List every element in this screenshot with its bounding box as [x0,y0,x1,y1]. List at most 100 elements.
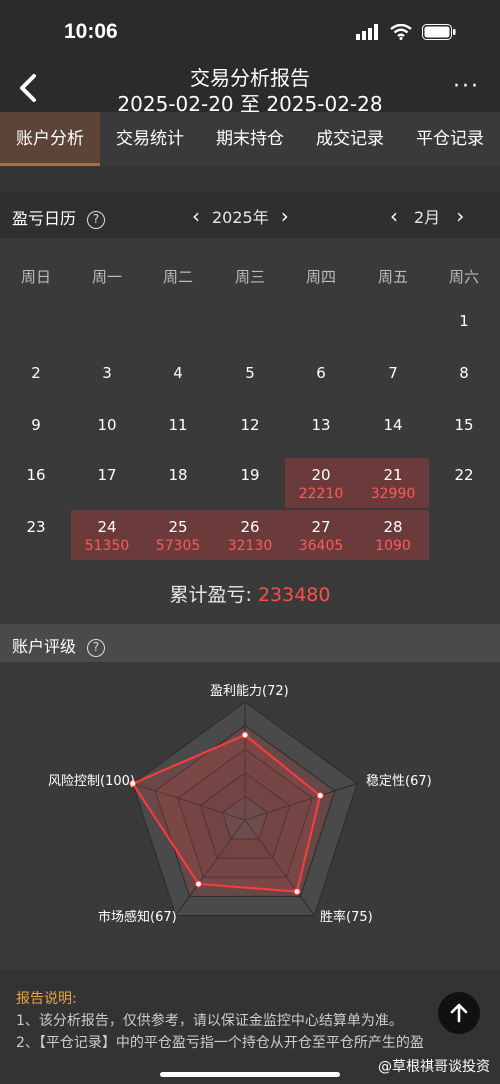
day-number: 8 [459,364,469,382]
day-number: 4 [173,364,183,382]
day-number: 24 [97,518,117,536]
tab-trade-stats[interactable]: 交易统计 [100,112,200,166]
calendar-day[interactable]: 15 [428,408,500,458]
year-next-icon[interactable]: › [281,204,289,228]
calendar-day[interactable]: 5 [214,356,286,406]
calendar-day[interactable]: 21 32990 [357,458,429,508]
calendar-day[interactable]: 23 [0,510,72,560]
day-number: 13 [311,416,331,434]
day-number: 2 [31,364,41,382]
rating-help-icon[interactable]: ? [87,638,106,657]
day-number: 21 [383,466,403,484]
weekday-label: 周四 [305,268,336,286]
notes-title: 报告说明: [16,991,77,1007]
radar-svg [129,701,358,916]
radar-chart: 盈利能力(72) 稳定性(67) 胜率(75) 市场感知(67) 风险控制(100) [0,662,500,968]
calendar-title: 盈亏日历 [12,209,77,228]
day-number: 5 [245,364,255,382]
tab-bar: 账户分析 交易统计 期末持仓 成交记录 平仓记录 [0,112,500,166]
day-number: 28 [383,518,403,536]
calendar-day[interactable]: 11 [142,408,214,458]
calendar-day[interactable]: 14 [357,408,429,458]
day-pl-value: 1090 [375,538,411,554]
calendar-day[interactable]: 1 [428,304,500,354]
rating-header: 账户评级 ? [0,624,500,662]
section-divider [0,166,500,192]
help-icon[interactable]: ? [87,210,106,229]
arrow-up-icon [450,1003,468,1023]
rating-title: 账户评级 [12,637,77,656]
tab-close-records[interactable]: 平仓记录 [400,112,500,166]
year-prev-icon[interactable]: ‹ [192,204,200,228]
day-number: 12 [240,416,260,434]
calendar-title-group: 盈亏日历 ? [12,205,106,229]
calendar-day[interactable]: 22 [428,458,500,508]
calendar-day[interactable]: 12 [214,408,286,458]
day-pl-value: 32130 [227,538,273,554]
tab-trade-records[interactable]: 成交记录 [300,112,400,166]
day-number: 6 [316,364,326,382]
calendar-day[interactable]: 18 [142,458,214,508]
radar-axis-label: 市场感知(67) [98,910,177,925]
tab-account-analysis[interactable]: 账户分析 [0,112,100,166]
pl-calendar: 周日 周一 周二 周三 周四 周五 周六 1 2 3 4 5 6 7 8 9 10 11 12 13 14 15 16 17 1… [0,238,500,570]
day-number: 16 [26,466,46,484]
scroll-top-button[interactable] [438,992,480,1034]
day-number: 27 [311,518,331,536]
day-number: 23 [26,518,46,536]
calendar-day[interactable]: 10 [71,408,143,458]
calendar-day[interactable]: 20 22210 [285,458,357,508]
day-pl-value: 51350 [84,538,130,554]
radar-point [195,880,203,888]
calendar-day[interactable]: 7 [357,356,429,406]
day-number: 1 [459,312,469,330]
page-title: 交易分析报告 [190,66,310,90]
radar-point [293,888,301,896]
battery-icon [422,24,456,40]
month-next-icon[interactable]: › [456,204,464,228]
calendar-day[interactable]: 8 [428,356,500,406]
calendar-day[interactable]: 28 1090 [357,510,429,560]
weekday-label: 周二 [162,268,193,286]
calendar-day[interactable]: 3 [71,356,143,406]
wifi-icon [390,24,412,40]
tab-period-positions[interactable]: 期末持仓 [200,112,300,166]
watermark: @草根祺哥谈投资 [378,1059,490,1075]
status-icons [356,24,456,40]
weekday-label: 周日 [20,268,51,286]
calendar-day[interactable]: 6 [285,356,357,406]
year-nav: ‹ 2025年 › [192,204,289,228]
day-number: 20 [311,466,331,484]
notes-line: 2、【平仓记录】中的平仓盈亏指一个持仓从开仓至平仓所产生的盈 [16,1035,424,1051]
radar-axis-label: 胜率(75) [320,910,373,925]
calendar-day[interactable]: 19 [214,458,286,508]
day-number: 3 [102,364,112,382]
day-number: 9 [31,416,41,434]
radar-axis-label: 盈利能力(72) [210,684,289,699]
calendar-day[interactable]: 2 [0,356,72,406]
calendar-day[interactable]: 24 51350 [71,510,143,560]
calendar-header: 盈亏日历 ? ‹ 2025年 › ‹ 2月 › [0,192,500,238]
calendar-day[interactable]: 27 36405 [285,510,357,560]
status-time: 10:06 [64,20,118,43]
day-pl-value: 22210 [298,486,344,502]
calendar-day[interactable]: 17 [71,458,143,508]
day-number: 26 [240,518,260,536]
calendar-day[interactable]: 9 [0,408,72,458]
radar-axis-label: 风险控制(100) [48,774,135,789]
radar-axis-label: 稳定性(67) [366,774,432,789]
calendar-day[interactable]: 4 [142,356,214,406]
month-nav: ‹ 2月 › [390,204,464,228]
more-icon[interactable]: ··· [453,74,480,99]
day-number: 11 [168,416,188,434]
day-number: 17 [97,466,117,484]
calendar-day[interactable]: 25 57305 [142,510,214,560]
month-prev-icon[interactable]: ‹ [390,204,398,228]
day-number: 15 [454,416,474,434]
calendar-day[interactable]: 26 32130 [214,510,286,560]
calendar-day[interactable]: 13 [285,408,357,458]
calendar-day[interactable]: 16 [0,458,72,508]
day-number: 14 [383,416,403,434]
notes-line: 1、该分析报告，仅供参考，请以保证金监控中心结算单为准。 [16,1013,403,1029]
weekday-label: 周六 [448,268,479,286]
